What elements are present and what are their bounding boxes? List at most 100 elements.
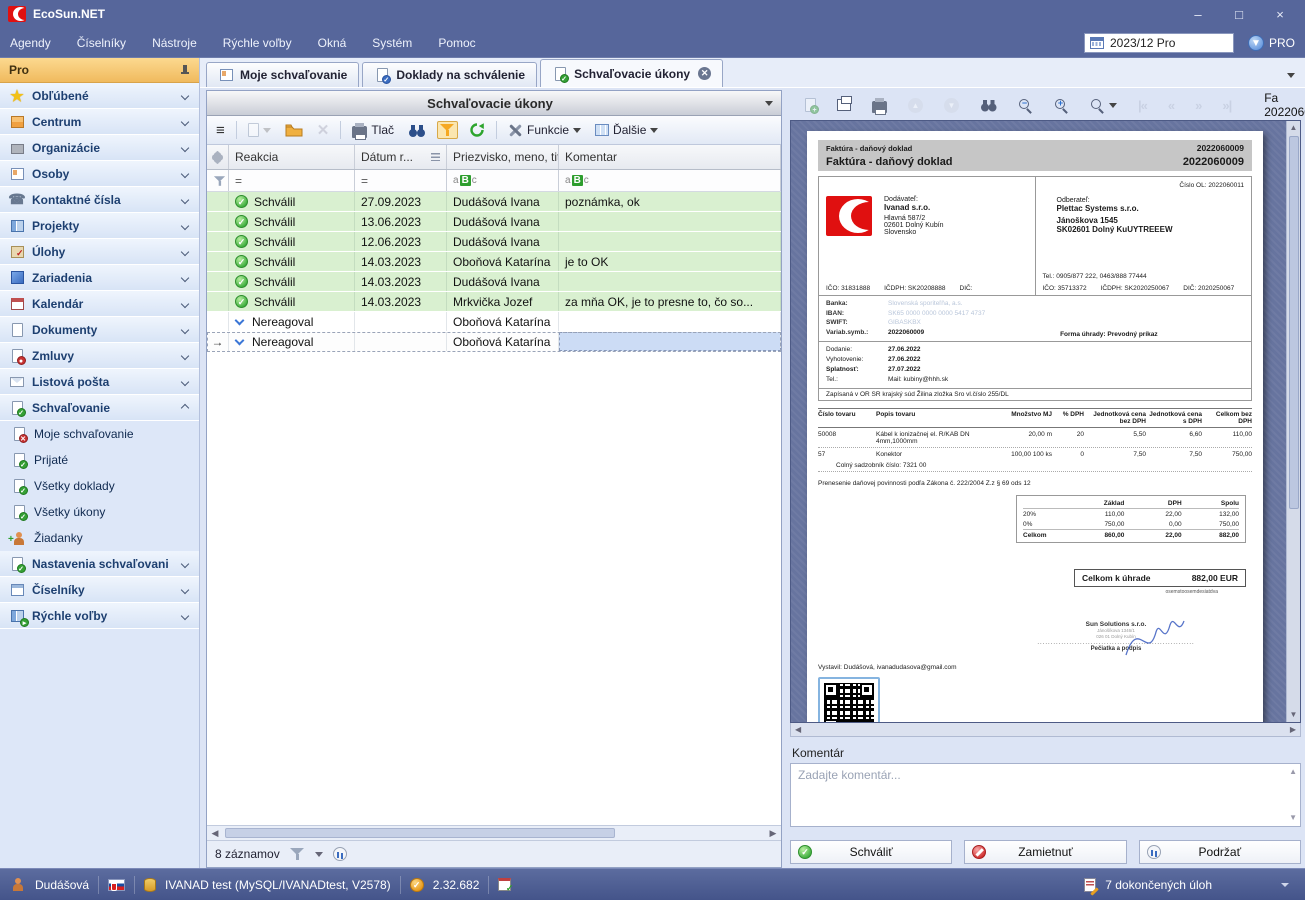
period-selector[interactable]: 2023/12 Pro	[1084, 33, 1234, 53]
sidebar-subitem-moje-schvalovanie[interactable]: ✕ Moje schvaľovanie	[0, 421, 199, 447]
sidebar-item-organizacie[interactable]: Organizácie	[0, 135, 199, 161]
scroll-right-icon[interactable]: ▶	[765, 828, 781, 839]
filter-datum[interactable]: =	[355, 170, 447, 191]
layout-menu-button[interactable]: ≡	[213, 120, 228, 141]
scroll-left-icon[interactable]: ◀	[795, 725, 801, 734]
open-record-button[interactable]	[282, 121, 306, 139]
sidebar-subitem-vsetky-ukony[interactable]: ✓ Všetky úkony	[0, 499, 199, 525]
sidebar-item-kalendar[interactable]: Kalendár	[0, 291, 199, 317]
tab-doklady-na-schvalenie[interactable]: ✓ Doklady na schválenie	[362, 62, 537, 87]
scroll-left-icon[interactable]: ◀	[207, 828, 223, 839]
sidebar-item-projekty[interactable]: Projekty	[0, 213, 199, 239]
scroll-down-icon[interactable]: ▼	[1290, 708, 1298, 722]
more-button[interactable]: Ďalšie	[592, 121, 661, 139]
hold-button[interactable]: Podržať	[1139, 840, 1301, 864]
zoom-out-button[interactable]: −	[1015, 96, 1036, 115]
panel-dropdown-icon[interactable]	[765, 101, 773, 106]
sidebar-item-rychle-volby[interactable]: ▸ Rýchle voľby	[0, 603, 199, 629]
approve-button[interactable]: ✓ Schváliť	[790, 840, 952, 864]
table-row[interactable]: ✓Schválil 12.06.2023 Dudášová Ivana	[207, 232, 781, 252]
scroll-right-icon[interactable]: ▶	[1290, 725, 1296, 734]
close-button[interactable]: ×	[1263, 7, 1297, 22]
sidebar-header[interactable]: Pro	[0, 58, 199, 83]
sidebar-item-zariadenia[interactable]: Zariadenia	[0, 265, 199, 291]
attach-doc-button[interactable]: +	[802, 96, 819, 114]
table-row[interactable]: ✓Schválil 14.03.2023 Dudášová Ivana	[207, 272, 781, 292]
sidebar-item-ulohy[interactable]: Úlohy	[0, 239, 199, 265]
footer-filter-dropdown-icon[interactable]	[315, 852, 323, 857]
first-page-button[interactable]: |«	[1135, 96, 1150, 115]
sidebar-subitem-prijate[interactable]: ✓ Prijaté	[0, 447, 199, 473]
delete-record-button[interactable]: ✕	[314, 119, 333, 141]
maximize-button[interactable]: □	[1222, 7, 1256, 22]
column-header-reakcia[interactable]: Reakcia	[229, 145, 355, 169]
next-page-button[interactable]: »	[1192, 96, 1204, 115]
table-row-selected[interactable]: → Nereagoval Oboňová Katarína	[207, 332, 781, 352]
filter-priezvisko[interactable]: aBc	[447, 170, 559, 191]
new-record-dropdown-icon[interactable]	[263, 128, 271, 133]
tab-close-icon[interactable]: ✕	[698, 67, 711, 80]
table-row[interactable]: ✓Schválil 14.03.2023 Oboňová Katarína je…	[207, 252, 781, 272]
scrollbar-thumb[interactable]	[225, 828, 615, 838]
sidebar-item-ciselniky[interactable]: Číselníky	[0, 577, 199, 603]
menu-okna[interactable]: Okná	[318, 36, 347, 50]
menu-nastroje[interactable]: Nástroje	[152, 36, 197, 50]
tabbar-dropdown-icon[interactable]	[1287, 73, 1295, 78]
sidebar-item-nastavenia-schvalovania[interactable]: ✓ Nastavenia schvaľovani	[0, 551, 199, 577]
filter-reakcia[interactable]: =	[229, 170, 355, 191]
tasks-dropdown-icon[interactable]	[1281, 883, 1289, 887]
scroll-up-icon[interactable]: ▲	[1290, 121, 1298, 135]
find-button[interactable]	[977, 96, 1000, 114]
column-header-priezvisko[interactable]: Priezvisko, meno, titul «Sc...	[447, 145, 559, 169]
tab-moje-schvalovanie[interactable]: Moje schvaľovanie	[206, 62, 359, 87]
menu-system[interactable]: Systém	[372, 36, 412, 50]
refresh-button[interactable]	[466, 120, 488, 140]
export-button[interactable]	[834, 97, 854, 113]
table-row[interactable]: ✓Schválil 14.03.2023 Mrkvička Jozef za m…	[207, 292, 781, 312]
minimize-button[interactable]: –	[1181, 7, 1215, 22]
tab-schvalovacie-ukony[interactable]: ✓ Schvaľovacie úkony ✕	[540, 59, 723, 87]
sidebar-item-osoby[interactable]: Osoby	[0, 161, 199, 187]
print-preview-button[interactable]	[869, 96, 890, 115]
sidebar-item-schvalovanie[interactable]: ✓ Schvaľovanie	[0, 395, 199, 421]
column-options-header[interactable]	[207, 145, 229, 169]
table-row[interactable]: Nereagoval Oboňová Katarína	[207, 312, 781, 332]
sidebar-item-centrum[interactable]: Centrum	[0, 109, 199, 135]
sidebar-subitem-vsetky-doklady[interactable]: ✓ Všetky doklady	[0, 473, 199, 499]
prev-page-button[interactable]: «	[1165, 96, 1177, 115]
filter-komentar[interactable]: aBc	[559, 170, 781, 191]
footer-filter-icon[interactable]	[290, 847, 305, 861]
hold-icon[interactable]	[333, 847, 347, 861]
column-header-datum[interactable]: Dátum r...	[355, 145, 447, 169]
sidebar-item-kontaktne-cisla[interactable]: ☎ Kontaktné čísla	[0, 187, 199, 213]
print-button[interactable]: Tlač	[349, 121, 397, 140]
menu-agendy[interactable]: Agendy	[10, 36, 51, 50]
zoom-select-button[interactable]	[1087, 96, 1120, 115]
preview-viewport[interactable]: Faktúra - daňový doklad 2022060009 Faktú…	[790, 120, 1301, 723]
search-button[interactable]	[405, 121, 429, 140]
sidebar-subitem-ziadanky[interactable]: + Žiadanky	[0, 525, 199, 551]
menu-ciselniky[interactable]: Číselníky	[77, 36, 126, 50]
comment-input[interactable]	[790, 763, 1301, 827]
table-row[interactable]: ✓Schválil 27.09.2023 Dudášová Ivana pozn…	[207, 192, 781, 212]
completed-tasks[interactable]: 7 dokončených úloh	[1105, 878, 1212, 892]
scrollbar-thumb[interactable]	[1289, 136, 1299, 509]
new-record-button[interactable]	[245, 121, 274, 139]
last-page-button[interactable]: »|	[1219, 96, 1234, 115]
sidebar-item-oblubene[interactable]: ★ Obľúbené	[0, 83, 199, 109]
functions-button[interactable]: Funkcie	[505, 121, 584, 139]
preview-horizontal-scrollbar[interactable]: ◀ ▶	[790, 723, 1301, 737]
grid-horizontal-scrollbar[interactable]: ◀ ▶	[207, 825, 781, 840]
column-header-komentar[interactable]: Komentar	[559, 145, 781, 169]
filter-button[interactable]	[437, 121, 458, 139]
comment-cell-selected[interactable]	[559, 332, 781, 351]
zoom-in-button[interactable]: +	[1051, 96, 1072, 115]
menu-pomoc[interactable]: Pomoc	[438, 36, 475, 50]
edition-badge[interactable]: ▼ PRO	[1248, 35, 1295, 51]
table-row[interactable]: ✓Schválil 13.06.2023 Dudášová Ivana	[207, 212, 781, 232]
preview-vertical-scrollbar[interactable]: ▲ ▼	[1286, 121, 1300, 722]
scroll-down-icon[interactable]: ▼	[1289, 813, 1297, 822]
scroll-up-icon[interactable]: ▲	[1289, 767, 1297, 776]
page-down-button[interactable]: ▼	[941, 96, 962, 115]
pin-icon[interactable]	[180, 64, 190, 76]
